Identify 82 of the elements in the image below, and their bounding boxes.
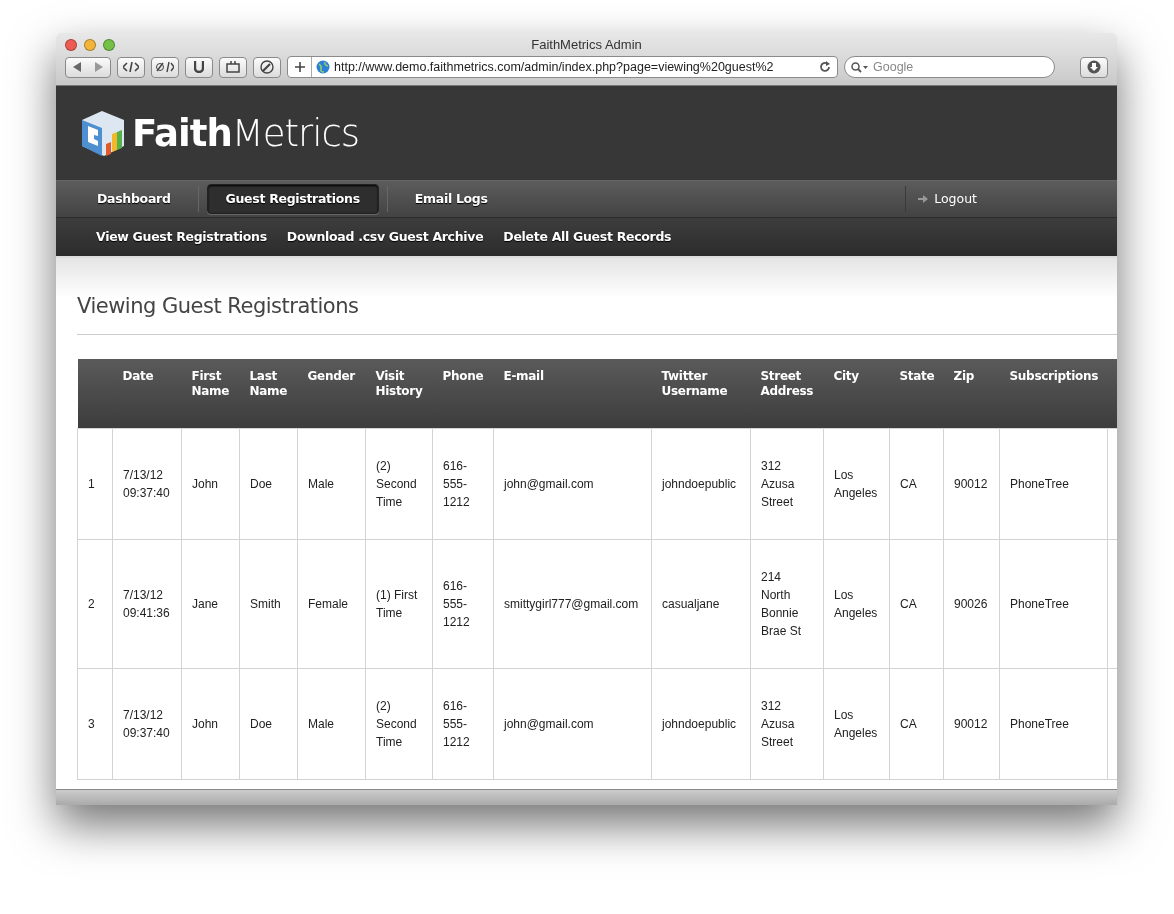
subnav-link[interactable]: View Guest Registrations	[96, 227, 267, 247]
table-cell: smittygirl777@gmail.com	[493, 539, 652, 669]
nav-tab[interactable]: Guest Registrations	[206, 183, 379, 215]
back-forward-button[interactable]	[65, 56, 111, 78]
table-cell: 7/13/12 09:37:40	[112, 668, 182, 780]
column-header: Twitter Username	[651, 358, 751, 429]
table-cell: Los Angeles	[823, 428, 890, 540]
table-cell: 90012	[943, 668, 1000, 780]
table-cell: Male	[297, 428, 366, 540]
window-title: FaithMetrics Admin	[531, 36, 642, 53]
column-header: Gender	[297, 358, 366, 429]
reload-icon[interactable]	[819, 61, 831, 73]
table-cell: 312 Azusa Street	[750, 668, 824, 780]
download-icon[interactable]	[1080, 56, 1108, 78]
logo-text: FaithMetrics	[132, 114, 360, 152]
frame-icon[interactable]	[219, 56, 247, 78]
globe-icon	[316, 60, 330, 74]
subnav-link[interactable]: Download .csv Guest Archive	[286, 227, 484, 247]
table-cell: johndoepublic	[651, 428, 751, 540]
search-icon	[851, 61, 869, 73]
table-cell: CA	[889, 539, 944, 669]
code-icon[interactable]	[117, 56, 145, 78]
nav-tab[interactable]: Dashboard	[78, 183, 190, 215]
u-icon[interactable]	[185, 56, 213, 78]
table-cell: 2	[77, 539, 113, 669]
column-header: Last Name	[239, 358, 298, 429]
table-cell: PhoneTree	[999, 428, 1108, 540]
zoom-icon[interactable]	[103, 39, 115, 51]
column-header: Street Address	[750, 358, 824, 429]
table-cell: Female	[297, 539, 366, 669]
table-cell: 214 North Bonnie Brae St	[750, 539, 824, 669]
close-icon[interactable]	[65, 39, 77, 51]
triangle-arrows-icon	[73, 62, 103, 72]
nav-tab[interactable]: Email Logs	[395, 183, 507, 215]
address-field[interactable]: http://www.demo.faithmetrics.com/admin/index.php?page=viewing%20guest%2	[287, 56, 838, 78]
arrow-icon	[918, 195, 929, 203]
code-slash-icon[interactable]	[151, 56, 179, 78]
search-field[interactable]: Google	[844, 56, 1055, 78]
table-cell: PhoneTree	[999, 668, 1108, 780]
table-cell: 7/13/12 09:37:40	[112, 428, 182, 540]
table-cell: (1) First Time	[365, 539, 433, 669]
column-header: Visit History	[365, 358, 433, 429]
table-cell: 90026	[943, 539, 1000, 669]
table-cell: CA	[889, 428, 944, 540]
table-cell: 616-555-1212	[432, 428, 494, 540]
table-cell: johndoepublic	[651, 668, 751, 780]
table-cell: Male	[297, 668, 366, 780]
column-header: City	[823, 358, 890, 429]
table-cell: 3	[77, 668, 113, 780]
table-cell: John	[181, 668, 240, 780]
table-cell: (2) Second Time	[365, 428, 433, 540]
table-cell: casualjane	[651, 539, 751, 669]
table-cell: Los Angeles	[823, 668, 890, 780]
page-title: Viewing Guest Registrations	[77, 291, 1117, 335]
table-cell: Los Angeles	[823, 539, 890, 669]
column-header: E-mail	[493, 358, 652, 429]
table-cell: 90012	[943, 428, 1000, 540]
column-header: Phone	[432, 358, 494, 429]
table-cell: Doe	[239, 668, 298, 780]
table-cell: Doe	[239, 428, 298, 540]
table-cell: Jane	[181, 539, 240, 669]
table-cell: john@gmail.com	[493, 428, 652, 540]
logout-link[interactable]: Logout	[934, 189, 977, 209]
column-header: Date	[112, 358, 182, 429]
subnav-link[interactable]: Delete All Guest Records	[503, 227, 672, 247]
table-cell: Smith	[239, 539, 298, 669]
column-header: First Name	[181, 358, 240, 429]
table-cell: 616-555-1212	[432, 539, 494, 669]
table-cell: CA	[889, 668, 944, 780]
column-header: State	[889, 358, 944, 429]
table-cell: John	[181, 428, 240, 540]
url-text: http://www.demo.faithmetrics.com/admin/index.php?page=viewing%20guest%2	[334, 58, 775, 76]
table-cell: PhoneTree	[999, 539, 1108, 669]
table-cell: 1	[77, 428, 113, 540]
table-cell: (2) Second Time	[365, 668, 433, 780]
table-cell: 312 Azusa Street	[750, 428, 824, 540]
column-header: Zip	[943, 358, 1000, 429]
column-header: Subscriptions	[999, 358, 1108, 429]
minimize-icon[interactable]	[84, 39, 96, 51]
table-cell: 7/13/12 09:41:36	[112, 539, 182, 669]
table-cell: john@gmail.com	[493, 668, 652, 780]
table-cell: 616-555-1212	[432, 668, 494, 780]
